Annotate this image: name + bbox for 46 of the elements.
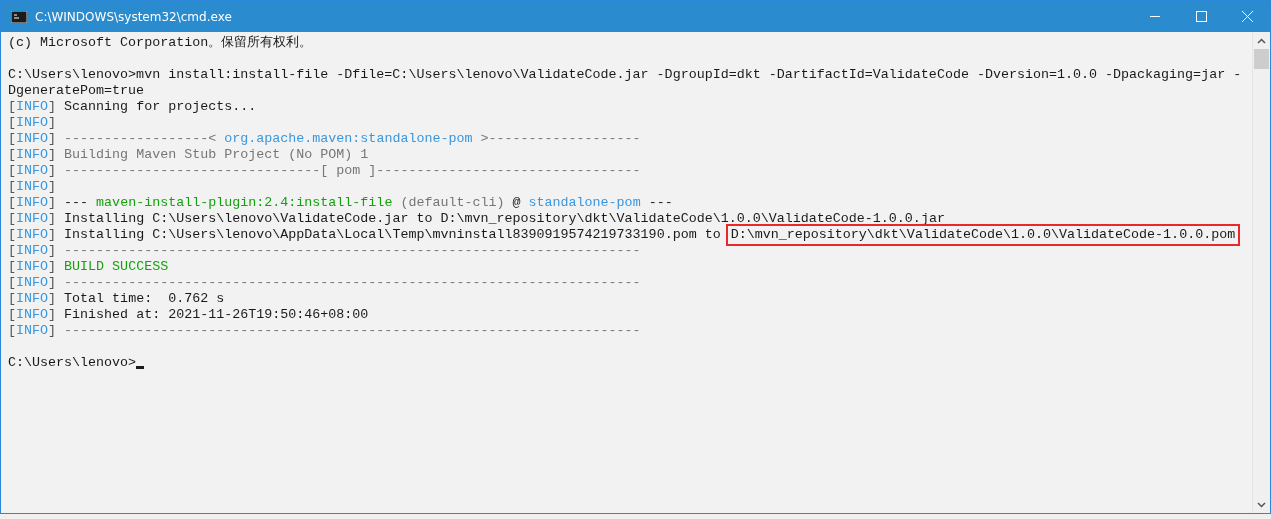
console-text: ------------------< [63, 131, 218, 147]
console-text: Total time: 0.762 s [63, 291, 225, 307]
success-text: BUILD SUCCESS [63, 259, 169, 275]
console-text: (c) Microsoft Corporation。保留所有权利。 [8, 35, 313, 51]
console-text: ------------------------------------------------------------------------ [63, 275, 641, 291]
console-text: ------------------------------------------------------------------------ [63, 323, 641, 339]
console-text: >------------------- [479, 131, 641, 147]
scrollbar[interactable] [1252, 32, 1270, 513]
console-link-text: standalone-pom [528, 195, 641, 211]
console-text: Installing C:\Users\lenovo\AppData\Local\Temp\mvninstall8390919574219733190.pom to [63, 227, 722, 243]
console-text: DgeneratePom=true [8, 83, 145, 99]
window-title: C:\WINDOWS\system32\cmd.exe [35, 9, 233, 24]
info-tag: [INFO] [8, 227, 57, 243]
maximize-icon [1195, 11, 1207, 22]
info-tag: [INFO] [8, 323, 57, 339]
success-text: maven-install-plugin:2.4:install-file [96, 195, 393, 211]
info-tag: [INFO] [8, 99, 57, 115]
info-tag: [INFO] [8, 307, 57, 323]
info-tag: [INFO] [8, 243, 57, 259]
info-tag: [INFO] [8, 115, 57, 131]
info-tag: [INFO] [8, 163, 57, 179]
console-text: Finished at: 2021-11-26T19:50:46+08:00 [63, 307, 369, 323]
info-tag: [INFO] [8, 131, 57, 147]
console-text: --- [63, 195, 90, 211]
console-link-text: org.apache.maven:standalone-pom [224, 131, 473, 147]
scroll-thumb[interactable] [1254, 49, 1269, 69]
close-icon [1241, 11, 1253, 22]
console-text: C:\Users\lenovo> [8, 355, 137, 371]
info-tag: [INFO] [8, 259, 57, 275]
info-tag: [INFO] [8, 195, 57, 211]
info-tag: [INFO] [8, 291, 57, 307]
info-tag: [INFO] [8, 275, 57, 291]
info-tag: [INFO] [8, 211, 57, 227]
console-text: Installing C:\Users\lenovo\ValidateCode.jar to D:\mvn_repository\dkt\ValidateCode\1.0.0\ValidateCode-1.0.0.jar [63, 211, 945, 227]
console-text: Building Maven Stub Project (No POM) 1 [63, 147, 369, 163]
info-tag: [INFO] [8, 179, 57, 195]
console-text: --- [647, 195, 673, 211]
console-text: --------------------------------[ pom ]--------------------------------- [63, 163, 641, 179]
console-icon [11, 10, 27, 23]
console-text: (default-cli) [399, 195, 505, 211]
highlighted-path: D:\mvn_repository\dkt\ValidateCode\1.0.0\ValidateCode-1.0.0.pom [728, 227, 1238, 243]
console-text: C:\Users\lenovo>mvn install:install-file -Dfile=C:\Users\lenovo\ValidateCode.jar -DgroupId=dkt -DartifactId=ValidateCode -Dversion=1.0.0 -Dpackaging=jar - [8, 67, 1242, 83]
console-text: @ [511, 195, 522, 211]
console-text: Scanning for projects... [63, 99, 257, 115]
info-tag: [INFO] [8, 147, 57, 163]
console-text: ------------------------------------------------------------------------ [63, 243, 641, 259]
